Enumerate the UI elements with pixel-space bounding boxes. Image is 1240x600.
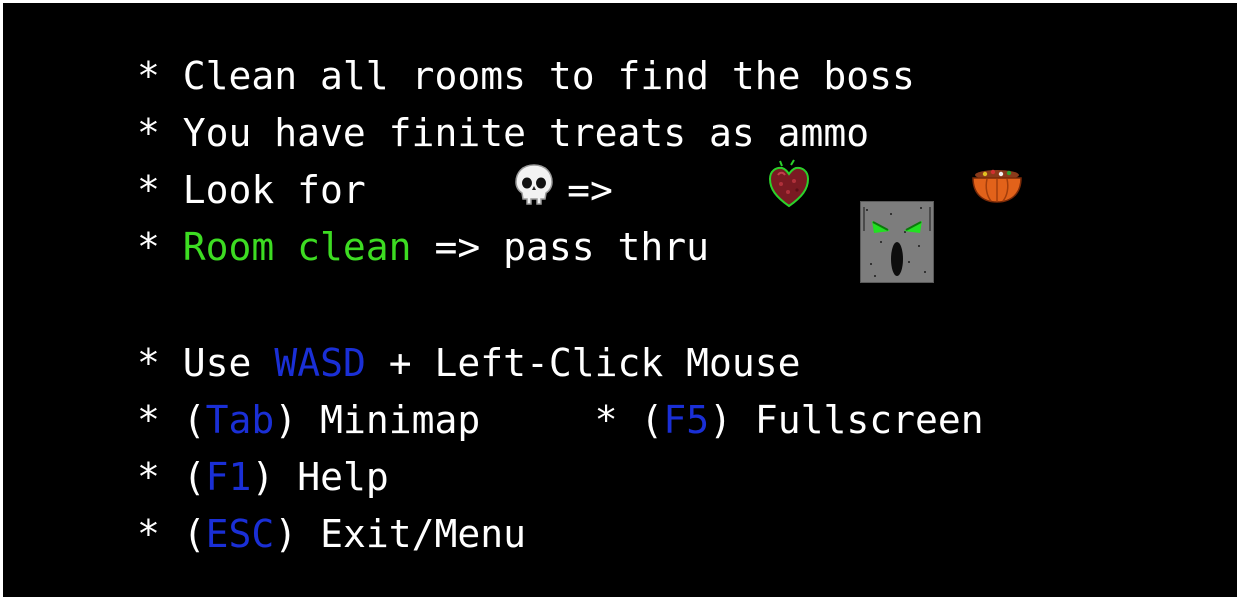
help-text-clean-rooms: Clean all rooms to find the boss: [182, 54, 915, 98]
bullet: *: [137, 225, 160, 269]
bullet: *: [137, 111, 160, 155]
paren-open: (: [640, 398, 664, 442]
paren-close: ): [274, 398, 298, 442]
paren-close: ): [274, 512, 298, 556]
help-line-help: * (F1) Help: [137, 454, 389, 500]
arrow-text: =>: [567, 168, 613, 212]
help-text-minimap: Minimap: [320, 398, 481, 442]
help-line-room-clean: * Room clean => pass thru: [137, 200, 936, 284]
key-wasd: WASD: [274, 341, 366, 385]
help-line-exit: * (ESC) Exit/Menu: [137, 511, 526, 557]
help-text-help: Help: [297, 455, 389, 499]
paren-close: ): [709, 398, 732, 442]
bullet: *: [594, 398, 618, 442]
bullet: *: [137, 512, 160, 556]
help-text-left-click: + Left-Click Mouse: [388, 341, 801, 385]
help-text-fullscreen: Fullscreen: [754, 398, 984, 442]
paren-open: (: [182, 512, 206, 556]
help-text-pass-thru: => pass thru: [434, 225, 709, 269]
paren-open: (: [182, 455, 206, 499]
bullet: *: [137, 168, 160, 212]
key-f5: F5: [663, 398, 710, 442]
paren-close: ): [251, 455, 275, 499]
door-face-icon: [723, 155, 936, 339]
key-tab: Tab: [205, 398, 275, 442]
room-clean-label: Room clean: [182, 225, 412, 269]
bullet: *: [137, 455, 160, 499]
help-line-clean-rooms: * Clean all rooms to find the boss: [137, 53, 915, 99]
bullet: *: [137, 54, 160, 98]
help-line-minimap-fullscreen: * (Tab) Minimap * (F5) Fullscreen: [137, 397, 984, 443]
key-esc: ESC: [205, 512, 275, 556]
help-text-exit-menu: Exit/Menu: [320, 512, 526, 556]
help-text-use: Use: [182, 341, 252, 385]
bullet: *: [137, 398, 160, 442]
help-text-look-for: Look for: [182, 168, 366, 212]
help-screen: * Clean all rooms to find the boss * You…: [3, 3, 1237, 597]
paren-open: (: [182, 398, 206, 442]
bullet: *: [137, 341, 160, 385]
key-f1: F1: [205, 455, 252, 499]
help-line-controls: * Use WASD + Left-Click Mouse: [137, 340, 801, 386]
